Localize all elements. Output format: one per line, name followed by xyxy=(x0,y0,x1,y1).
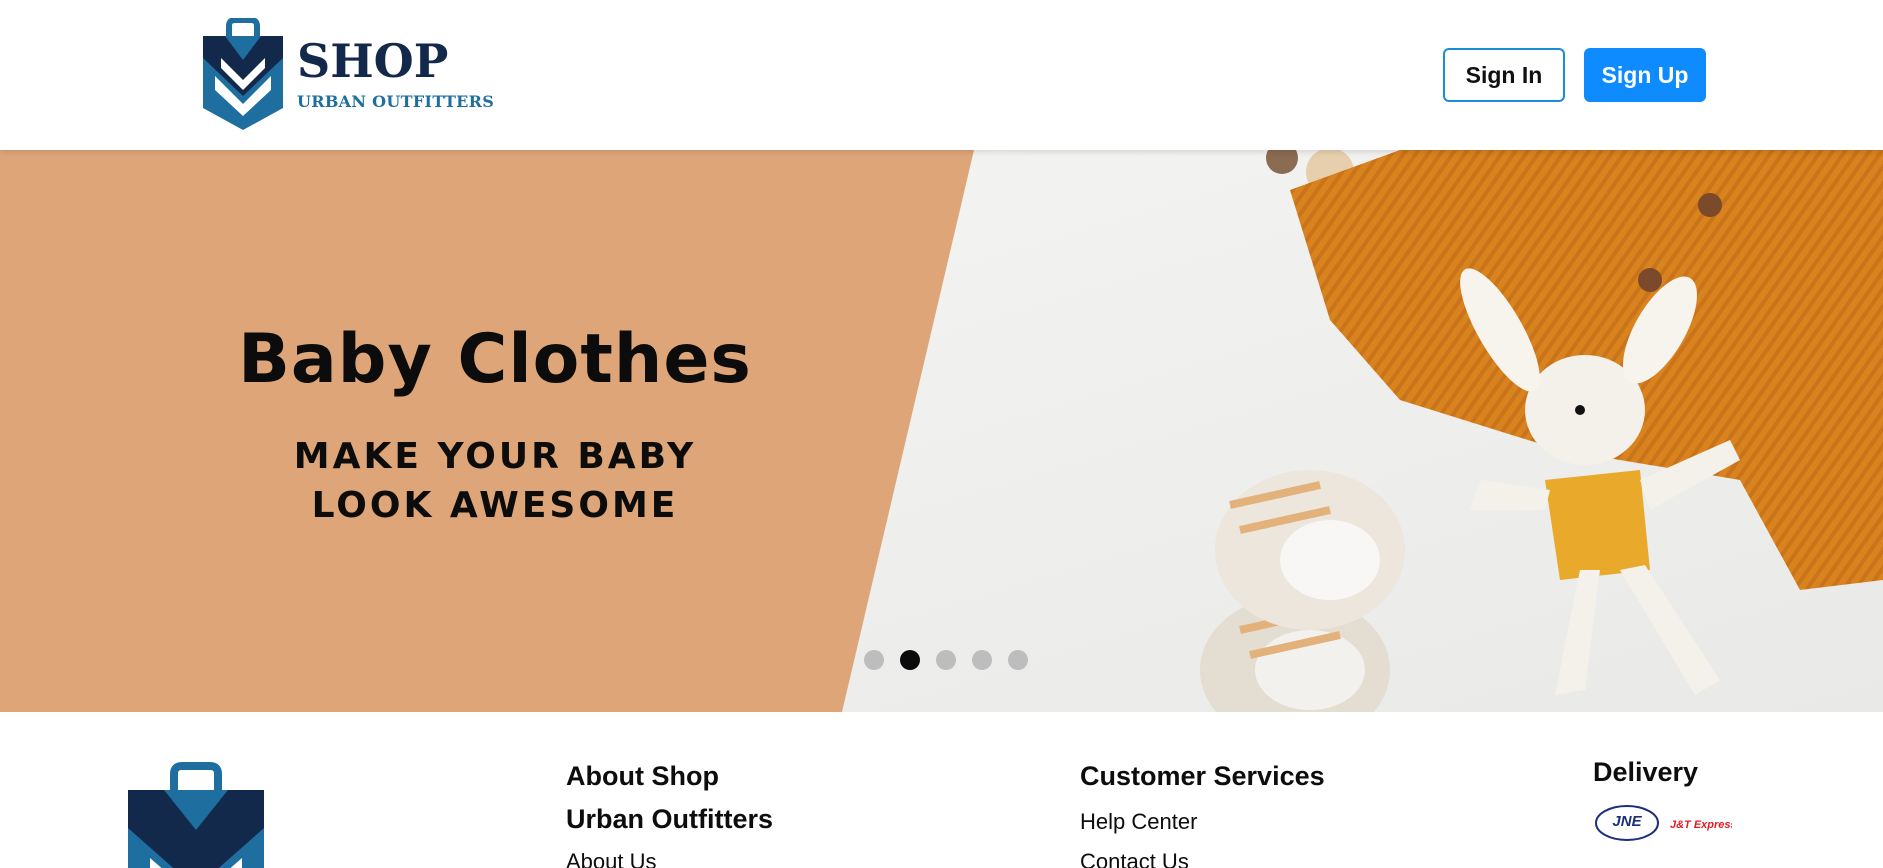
customer-services-title: Customer Services xyxy=(1080,761,1325,791)
carousel-dot[interactable] xyxy=(972,650,992,670)
carousel-indicators xyxy=(864,650,1028,670)
sign-up-button[interactable]: Sign Up xyxy=(1584,48,1706,102)
carousel-dot[interactable] xyxy=(900,650,920,670)
delivery-title: Delivery xyxy=(1593,757,1699,787)
sign-in-button[interactable]: Sign In xyxy=(1443,48,1565,102)
help-center-link[interactable]: Help Center xyxy=(1080,809,1197,835)
about-title-line-2: Urban Outfitters xyxy=(566,804,774,834)
footer-shopping-bag-logo-icon xyxy=(128,762,264,868)
shopping-bag-logo-icon xyxy=(203,18,283,130)
carousel-dot[interactable] xyxy=(864,650,884,670)
jnt-logo-text: J&T Express xyxy=(1670,819,1732,831)
logo-text: SHOP URBAN OUTFITTERS xyxy=(297,38,494,111)
banner-tan-panel xyxy=(0,150,974,712)
logo-title: SHOP xyxy=(297,33,449,88)
jne-logo-icon: JNE xyxy=(1595,805,1659,841)
jne-logo-text: JNE xyxy=(1612,813,1642,830)
hero-carousel: Baby Clothes MAKE YOUR BABY LOOK AWESOME xyxy=(0,150,1883,712)
carousel-dot[interactable] xyxy=(936,650,956,670)
delivery-partners: JNE J&T Express xyxy=(1594,804,1732,842)
carousel-dot[interactable] xyxy=(1008,650,1028,670)
hero-title: Baby Clothes xyxy=(238,320,752,399)
hero-subtitle-line-1: MAKE YOUR BABY xyxy=(293,436,697,477)
site-footer: About Shop Urban Outfitters About Us Cus… xyxy=(0,712,1883,868)
site-header: SHOP URBAN OUTFITTERS Sign In Sign Up xyxy=(0,0,1883,150)
hero-subtitle-line-2: LOOK AWESOME xyxy=(311,485,679,526)
contact-us-link[interactable]: Contact Us xyxy=(1080,849,1189,868)
about-us-link[interactable]: About Us xyxy=(566,849,657,868)
jnt-express-logo-icon: J&T Express xyxy=(1670,819,1732,831)
hero-subtitle: MAKE YOUR BABY LOOK AWESOME xyxy=(195,432,795,530)
shop-logo[interactable]: SHOP URBAN OUTFITTERS xyxy=(203,18,494,130)
logo-subtitle: URBAN OUTFITTERS xyxy=(297,91,495,111)
about-title-line-1: About Shop xyxy=(566,761,719,791)
